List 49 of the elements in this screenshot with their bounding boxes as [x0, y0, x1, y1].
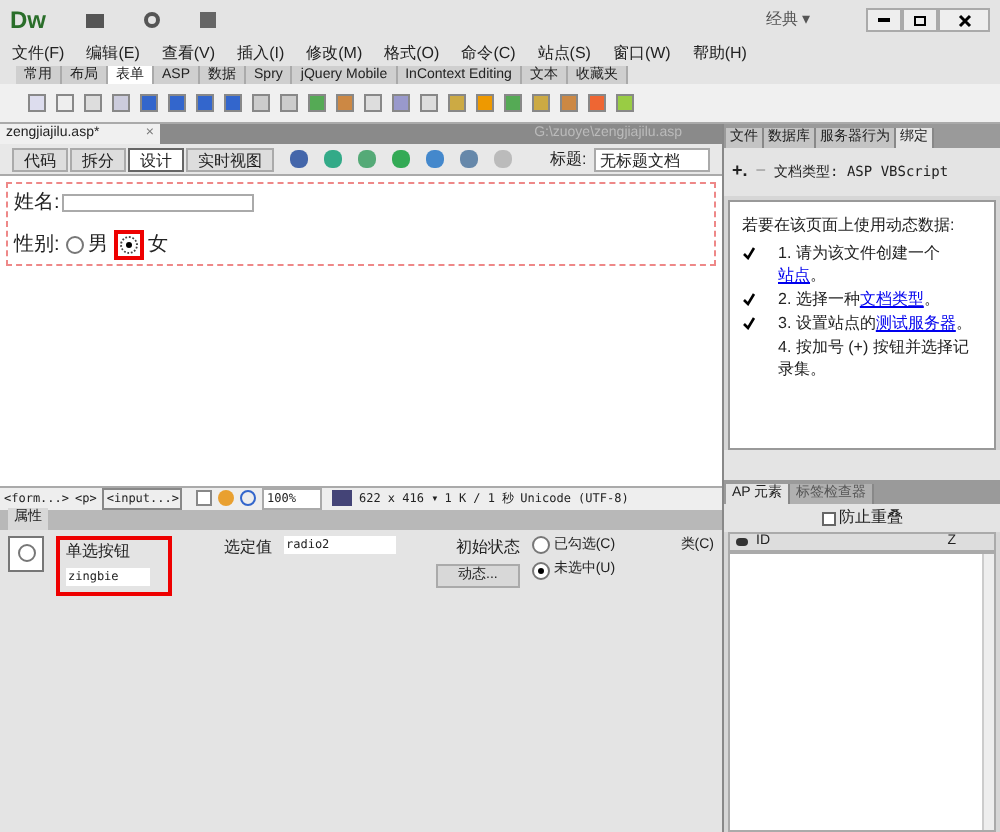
radio-button[interactable] [531, 561, 550, 580]
menu-item[interactable]: 插入(I) [237, 41, 285, 65]
name-label: 姓名: [14, 190, 60, 218]
radio-label: 女 [147, 232, 168, 260]
view-button[interactable]: 拆分 [70, 147, 126, 171]
menu-item[interactable]: 命令(C) [461, 41, 516, 65]
zoom-icon[interactable] [240, 490, 257, 506]
step-link[interactable]: 站点 [778, 266, 810, 284]
menu-item[interactable]: 查看(V) [161, 41, 216, 65]
step-text: 2. 选择一种文档类型。 [778, 288, 940, 310]
scrollbar[interactable] [982, 554, 994, 830]
checkbox-label: 防止重叠 [839, 506, 903, 530]
element-type: 单选按钮 [66, 539, 132, 563]
monitor-icon[interactable] [332, 490, 353, 506]
menu-item[interactable]: 修改(M) [306, 41, 363, 65]
radio-button[interactable] [65, 236, 84, 254]
close-icon[interactable] [938, 8, 990, 32]
menu-item[interactable]: 窗口(W) [612, 41, 671, 65]
radio-button[interactable] [119, 236, 138, 254]
eye-icon [736, 538, 748, 546]
app-logo: Dw [10, 4, 46, 38]
step-text: 1. 请为该文件创建一个 站点。 [778, 242, 942, 286]
radio-button[interactable] [531, 536, 550, 555]
step-link[interactable]: 测试服务器 [875, 314, 956, 332]
view-button[interactable]: 设计 [128, 147, 184, 171]
menu-item[interactable]: 格式(O) [384, 41, 440, 65]
step-text: 3. 设置站点的测试服务器。 [778, 312, 972, 334]
name-input[interactable] [61, 194, 254, 212]
add-button[interactable]: +. [732, 158, 748, 186]
view-button[interactable]: 实时视图 [186, 147, 274, 171]
radio-label: 男 [87, 232, 108, 260]
step-link[interactable]: 文档类型 [859, 290, 924, 308]
minimize-icon[interactable] [866, 8, 902, 32]
gender-label: 性别: [14, 231, 60, 260]
menu-item[interactable]: 帮助(H) [692, 41, 747, 65]
menu-item[interactable]: 编辑(E) [86, 41, 140, 65]
maximize-icon[interactable] [902, 8, 938, 32]
view-button[interactable]: 代码 [12, 147, 68, 171]
menu-item[interactable]: 站点(S) [537, 41, 591, 65]
title-field[interactable]: 无标题文档 [594, 147, 710, 171]
checkbox[interactable] [821, 511, 835, 525]
title-label: 标题: [550, 147, 587, 171]
initial-state-label: 初始状态 [455, 535, 520, 559]
radio-button-icon [8, 535, 44, 571]
step-text: 4. 按加号 (+) 按钮并选择记录集。 [778, 336, 971, 380]
value-label: 选定值 [224, 535, 272, 559]
instructions-text: 若要在该页面上使用动态数据: [742, 214, 957, 238]
workspace-switcher[interactable]: 经典 ▾ [766, 8, 811, 32]
menu-item[interactable]: 文件(F) [12, 41, 65, 65]
